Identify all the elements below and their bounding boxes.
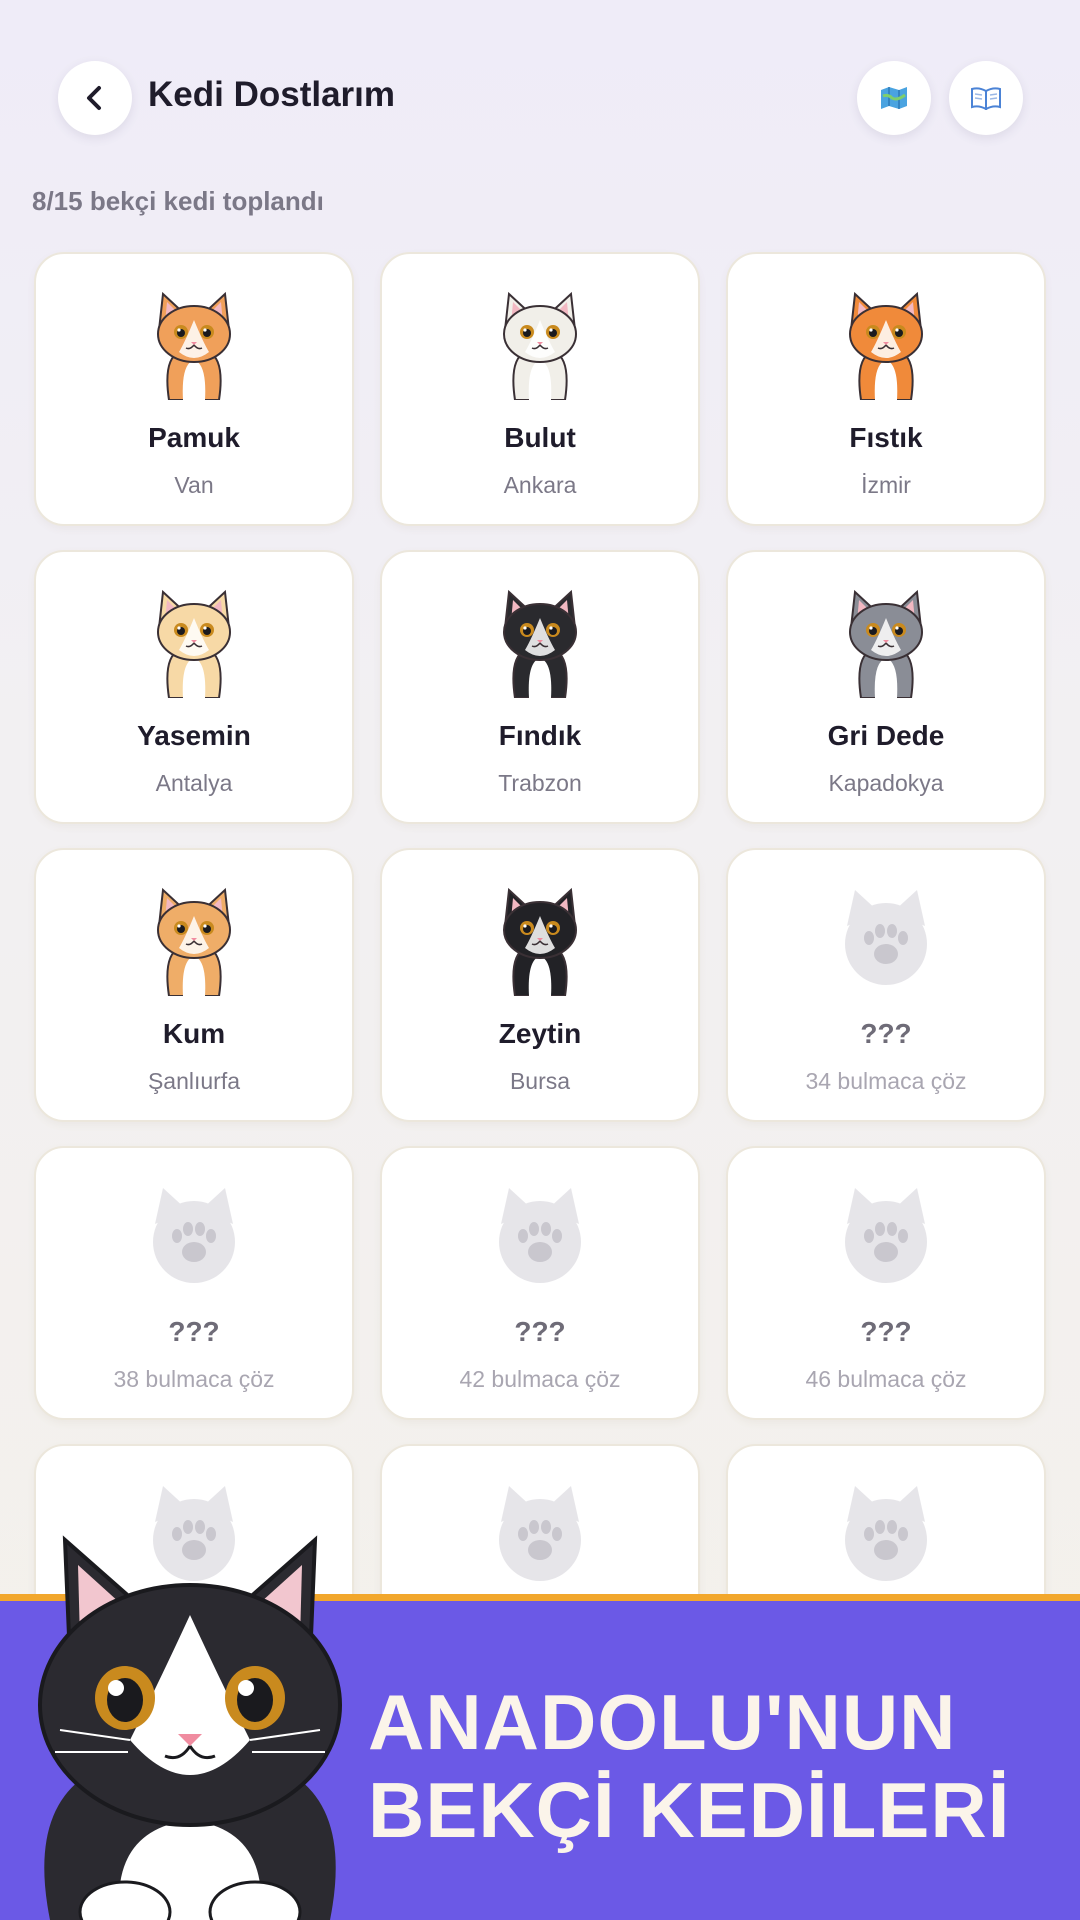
cat-card[interactable]: Fıstık İzmir bbox=[726, 252, 1046, 526]
cat-portrait bbox=[157, 589, 231, 698]
cat-city: Kapadokya bbox=[828, 770, 944, 796]
map-icon bbox=[881, 87, 907, 109]
cat-city: Şanlıurfa bbox=[147, 1068, 241, 1094]
cat-name: Pamuk bbox=[148, 422, 240, 453]
banner-line-2: BEKÇİ KEDİLERİ bbox=[368, 1766, 1011, 1854]
cat-city: 34 bulmaca çöz bbox=[805, 1068, 967, 1094]
cat-portrait bbox=[503, 291, 577, 400]
cat-name: Bulut bbox=[504, 422, 576, 453]
cat-name: Yasemin bbox=[137, 720, 251, 751]
cat-card[interactable]: Gri Dede Kapadokya bbox=[726, 550, 1046, 824]
cat-card[interactable]: Pamuk Van bbox=[34, 252, 354, 526]
locked-cat-silhouette bbox=[499, 1486, 581, 1581]
book-icon bbox=[971, 87, 1001, 110]
cat-name: ??? bbox=[860, 1018, 912, 1049]
cat-card[interactable]: Kum Şanlıurfa bbox=[34, 848, 354, 1122]
cat-card[interactable]: Fındık Trabzon bbox=[380, 550, 700, 824]
cat-city: 38 bulmaca çöz bbox=[113, 1366, 275, 1392]
cat-city: 46 bulmaca çöz bbox=[805, 1366, 967, 1392]
cat-city: Trabzon bbox=[498, 770, 582, 796]
locked-cat-silhouette bbox=[845, 890, 927, 985]
progress-text: 8/15 bekçi kedi toplandı bbox=[32, 186, 324, 216]
tuxedo-cat-mascot bbox=[38, 1535, 342, 1920]
chevron-left-icon bbox=[87, 86, 101, 110]
cat-city: Bursa bbox=[509, 1068, 571, 1094]
map-button[interactable] bbox=[857, 61, 931, 135]
cat-name: ??? bbox=[860, 1316, 912, 1347]
cat-card[interactable]: Zeytin Bursa bbox=[380, 848, 700, 1122]
banner-line-1: ANADOLU'NUN bbox=[368, 1678, 957, 1766]
back-button[interactable] bbox=[58, 61, 132, 135]
cat-name: Zeytin bbox=[498, 1018, 582, 1049]
cat-city: Ankara bbox=[503, 472, 577, 498]
book-button[interactable] bbox=[949, 61, 1023, 135]
cat-name: ??? bbox=[514, 1316, 566, 1347]
locked-cat-silhouette bbox=[153, 1188, 235, 1283]
locked-cat-card[interactable]: ??? 38 bulmaca çöz bbox=[34, 1146, 354, 1420]
locked-cat-card[interactable]: ??? 34 bulmaca çöz bbox=[726, 848, 1046, 1122]
locked-cat-silhouette bbox=[845, 1188, 927, 1283]
cat-grid: Pamuk Van Bulut Ankara Fıstık İzmir Yase… bbox=[34, 252, 1046, 1718]
cat-portrait bbox=[157, 887, 231, 996]
cat-portrait bbox=[849, 589, 923, 698]
locked-cat-card[interactable]: ??? 42 bulmaca çöz bbox=[380, 1146, 700, 1420]
cat-city: Antalya bbox=[155, 770, 233, 796]
cat-portrait bbox=[157, 291, 231, 400]
cat-city: İzmir bbox=[861, 472, 911, 498]
banner-title: ANADOLU'NUN BEKÇİ KEDİLERİ bbox=[368, 1678, 1010, 1854]
cat-city: Van bbox=[174, 472, 214, 498]
cat-name: Gri Dede bbox=[827, 720, 945, 751]
cat-city: 42 bulmaca çöz bbox=[459, 1366, 621, 1392]
cat-name: Kum bbox=[162, 1018, 226, 1049]
cat-name: ??? bbox=[168, 1316, 220, 1347]
locked-cat-silhouette bbox=[499, 1188, 581, 1283]
cat-portrait bbox=[503, 887, 577, 996]
cat-card[interactable]: Yasemin Antalya bbox=[34, 550, 354, 824]
locked-cat-silhouette bbox=[845, 1486, 927, 1581]
cat-name: Fındık bbox=[498, 720, 582, 751]
cat-name: Fıstık bbox=[849, 422, 923, 453]
locked-cat-card[interactable]: ??? 46 bulmaca çöz bbox=[726, 1146, 1046, 1420]
cat-portrait bbox=[503, 589, 577, 698]
cat-card[interactable]: Bulut Ankara bbox=[380, 252, 700, 526]
cat-portrait bbox=[849, 291, 923, 400]
header: Kedi Dostlarım bbox=[0, 0, 1080, 200]
page-title: Kedi Dostlarım bbox=[148, 75, 395, 114]
